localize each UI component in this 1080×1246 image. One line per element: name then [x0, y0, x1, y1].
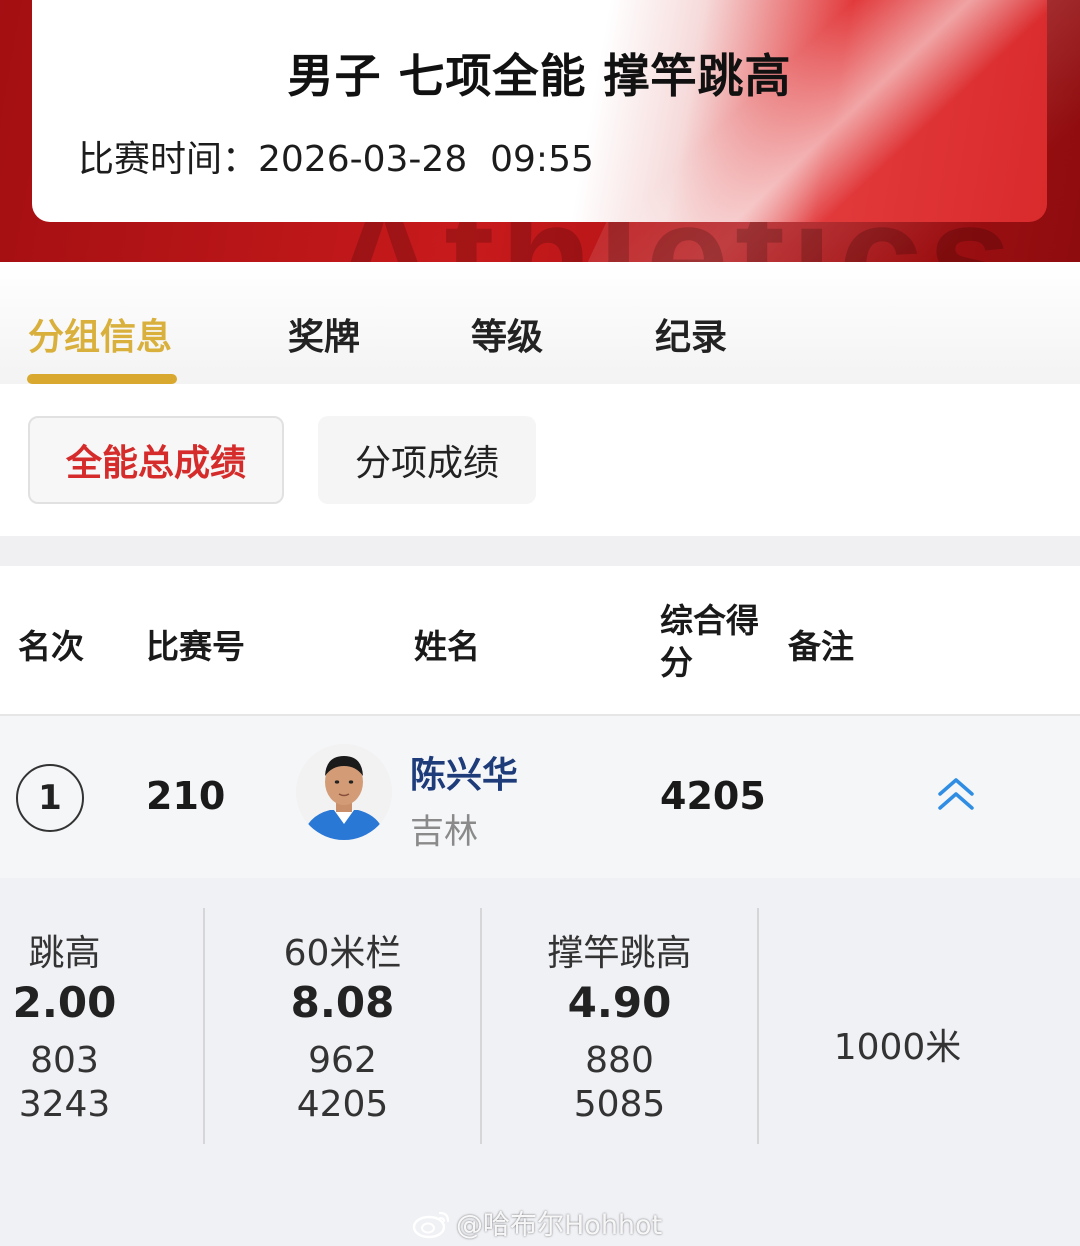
event-name: 60米栏: [283, 933, 402, 974]
sub-tabs: 全能总成绩 分项成绩: [0, 384, 1080, 536]
event-title: 男子 七项全能 撑竿跳高: [287, 49, 792, 103]
total-score: 4205: [660, 774, 766, 818]
event-points: 962: [308, 1040, 377, 1081]
athlete-team: 吉林: [410, 812, 478, 852]
table-header: 名次 比赛号 姓名 综合得分 备注: [0, 566, 1080, 716]
tab-grades[interactable]: 等级: [471, 308, 543, 360]
event-name: 撑竿跳高: [547, 933, 692, 974]
weibo-logo-icon: [412, 1211, 450, 1238]
header-bib: 比赛号: [146, 627, 245, 666]
header-rank: 名次: [18, 627, 84, 666]
event-time: 比赛时间：2026-03-28 09:55: [78, 130, 594, 182]
tab-group-info[interactable]: 分组信息: [28, 308, 172, 360]
athlete-name[interactable]: 陈兴华: [410, 746, 518, 798]
cumulative-points: 3243: [18, 1084, 111, 1125]
header-score: 综合得分: [660, 601, 759, 682]
event-breakdown: 跳高 2.00 803 3243 60米栏 8.08 962 4205 撑竿跳高…: [0, 878, 1080, 1246]
event-card: 男子 七项全能 撑竿跳高 比赛时间：2026-03-28 09:55: [32, 0, 1047, 222]
event-cell-pole-vault: 撑竿跳高 4.90 880 5085: [482, 878, 757, 1148]
header-name: 姓名: [414, 627, 480, 666]
table-row[interactable]: 1 210 陈兴华 吉林 4205: [0, 716, 1080, 878]
card-shine: [608, 0, 1047, 222]
event-cell-60m-hurdles: 60米栏 8.08 962 4205: [205, 878, 480, 1148]
event-date: 2026-03-28: [258, 139, 468, 180]
watermark: @哈布尔Hohhot: [412, 1203, 662, 1242]
bib-number: 210: [146, 774, 226, 818]
athlete-avatar: [296, 744, 392, 840]
header-note: 备注: [788, 627, 854, 666]
chevron-double-up-icon[interactable]: [936, 774, 976, 814]
active-tab-indicator: [27, 374, 177, 384]
event-banner: Athletics 男子 七项全能 撑竿跳高 比赛时间：2026-03-28 0…: [0, 0, 1080, 262]
column-divider: [757, 908, 759, 1144]
watermark-text: @哈布尔Hohhot: [456, 1210, 663, 1241]
rank-value: 1: [38, 778, 62, 818]
event-points: 880: [585, 1040, 654, 1081]
event-points: 803: [30, 1040, 99, 1081]
main-tabs: 分组信息 奖牌 等级 纪录: [0, 262, 1080, 384]
rank-badge: 1: [16, 764, 84, 832]
event-result: 4.90: [567, 978, 672, 1027]
event-time-label: 比赛时间：: [78, 139, 259, 180]
tab-medals[interactable]: 奖牌: [288, 308, 360, 360]
event-clock: 09:55: [490, 139, 594, 180]
event-name: 跳高: [28, 933, 101, 974]
event-result: 8.08: [290, 978, 395, 1027]
subtab-event-results[interactable]: 分项成绩: [318, 416, 536, 504]
section-divider: [0, 536, 1080, 566]
cumulative-points: 4205: [296, 1084, 389, 1125]
event-result: 2.00: [12, 978, 117, 1027]
event-cell-1000m: 1000米: [833, 1027, 962, 1068]
event-cell-high-jump: 跳高 2.00 803 3243: [0, 878, 202, 1148]
tab-records[interactable]: 纪录: [655, 308, 727, 360]
avatar-photo: [296, 744, 392, 840]
subtab-overall-results[interactable]: 全能总成绩: [28, 416, 284, 504]
cumulative-points: 5085: [573, 1084, 666, 1125]
